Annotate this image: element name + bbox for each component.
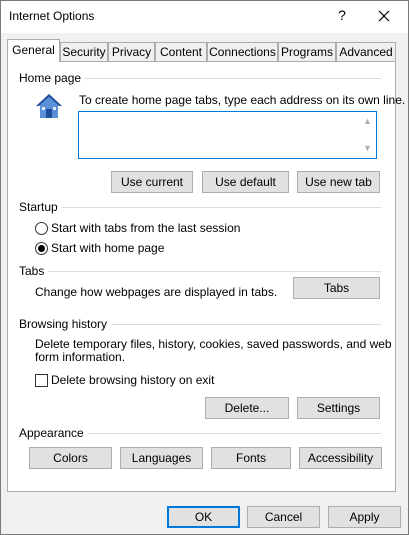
browsing-history-group: Browsing history xyxy=(19,317,381,331)
scroll-up-icon[interactable]: ▲ xyxy=(363,116,372,126)
delete-on-exit-checkbox[interactable] xyxy=(35,374,48,387)
cancel-button[interactable]: Cancel xyxy=(247,506,320,528)
group-divider xyxy=(19,207,381,208)
tabs-group-label: Tabs xyxy=(19,264,49,278)
group-divider xyxy=(19,271,381,272)
tabs-group: Tabs xyxy=(19,264,381,278)
browsing-history-description-line2: form information. xyxy=(35,350,126,364)
colors-button[interactable]: Colors xyxy=(29,447,112,469)
use-default-button[interactable]: Use default xyxy=(202,171,289,193)
tab-general[interactable]: General xyxy=(7,39,60,62)
radio-selected-dot xyxy=(38,245,45,252)
home-page-instruction: To create home page tabs, type each addr… xyxy=(79,93,406,107)
use-current-button[interactable]: Use current xyxy=(111,171,193,193)
startup-last-session-radio[interactable] xyxy=(35,222,48,235)
internet-options-dialog: Internet Options ? General Security Priv… xyxy=(0,0,409,535)
apply-button[interactable]: Apply xyxy=(328,506,401,528)
scroll-down-icon[interactable]: ▼ xyxy=(363,143,372,153)
startup-group: Startup xyxy=(19,200,381,214)
startup-label: Startup xyxy=(19,200,62,214)
history-settings-button[interactable]: Settings xyxy=(297,397,380,419)
accessibility-button[interactable]: Accessibility xyxy=(299,447,382,469)
help-button[interactable]: ? xyxy=(334,7,350,25)
delete-history-button[interactable]: Delete... xyxy=(205,397,289,419)
startup-last-session-label[interactable]: Start with tabs from the last session xyxy=(51,221,240,235)
tabs-description: Change how webpages are displayed in tab… xyxy=(35,285,278,299)
browsing-history-description-line1: Delete temporary files, history, cookies… xyxy=(35,337,392,351)
fonts-button[interactable]: Fonts xyxy=(211,447,291,469)
startup-home-page-radio[interactable] xyxy=(35,242,48,255)
tab-programs[interactable]: Programs xyxy=(278,42,336,61)
home-page-house-icon xyxy=(36,94,62,118)
window-title: Internet Options xyxy=(9,9,95,23)
tab-advanced[interactable]: Advanced xyxy=(336,42,396,61)
close-icon[interactable] xyxy=(375,7,393,25)
home-page-label: Home page xyxy=(19,71,86,85)
tab-connections[interactable]: Connections xyxy=(207,42,278,61)
ok-button[interactable]: OK xyxy=(167,506,240,528)
delete-on-exit-label[interactable]: Delete browsing history on exit xyxy=(51,373,214,387)
appearance-label: Appearance xyxy=(19,426,88,440)
startup-home-page-label[interactable]: Start with home page xyxy=(51,241,164,255)
use-new-tab-button[interactable]: Use new tab xyxy=(297,171,380,193)
tab-privacy[interactable]: Privacy xyxy=(108,42,155,61)
languages-button[interactable]: Languages xyxy=(120,447,203,469)
tab-security[interactable]: Security xyxy=(60,42,108,61)
tabs-settings-button[interactable]: Tabs xyxy=(293,277,380,299)
textarea-scrollbar[interactable]: ▲ ▼ xyxy=(359,112,376,158)
appearance-group: Appearance xyxy=(19,426,381,440)
tab-content[interactable]: Content xyxy=(155,42,207,61)
home-page-group: Home page xyxy=(19,71,381,85)
title-bar: Internet Options ? xyxy=(1,1,408,33)
home-page-address-textarea[interactable]: ▲ ▼ xyxy=(78,111,377,159)
browsing-history-label: Browsing history xyxy=(19,317,112,331)
